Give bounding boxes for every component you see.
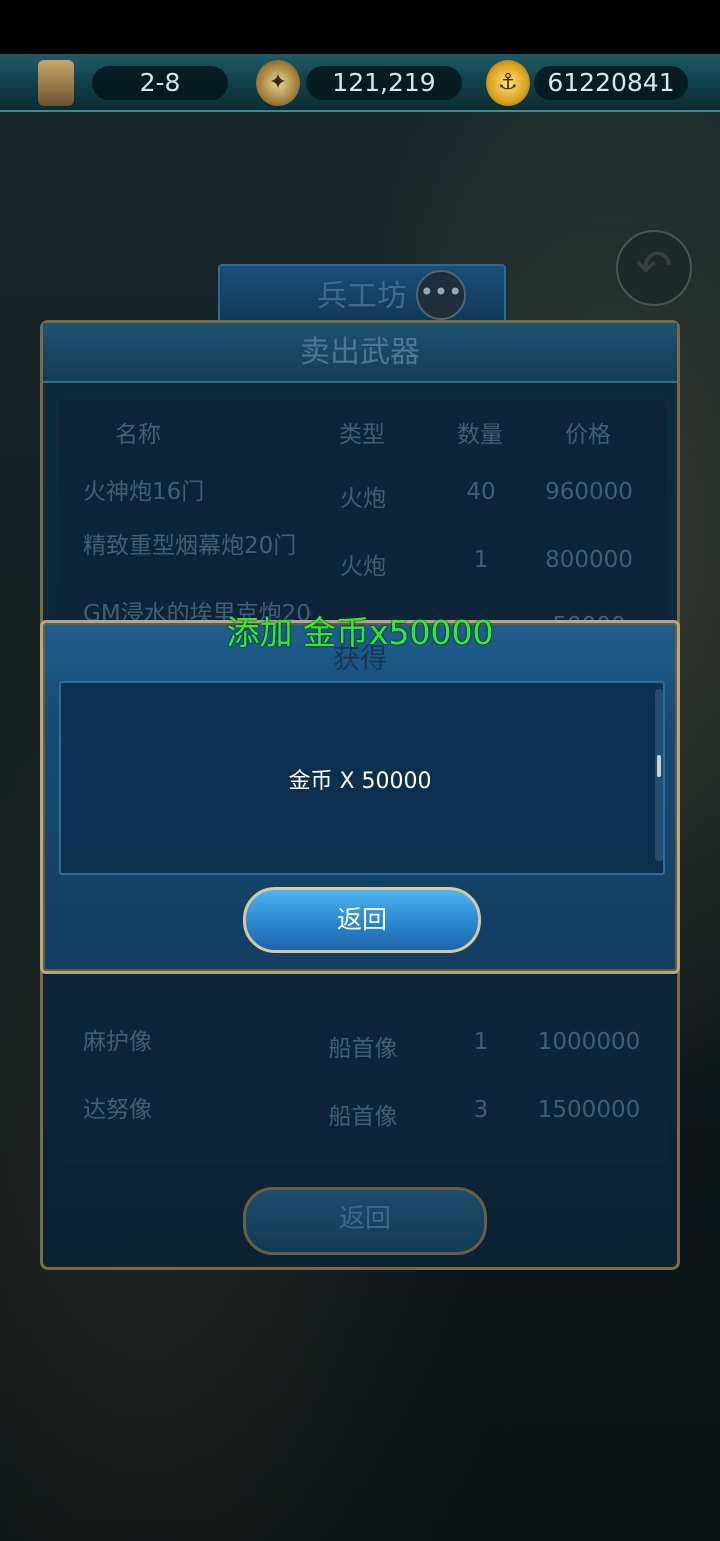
- gm-toast-message: 添加 金币x50000: [226, 613, 494, 652]
- column-name: 名称: [115, 422, 161, 448]
- hourglass-icon: [38, 60, 74, 106]
- gold-counter: 61220841: [534, 66, 688, 100]
- back-arrow-icon[interactable]: ↶: [616, 230, 692, 306]
- reward-item: 金币 X 50000: [288, 769, 432, 794]
- row-type: 船首像: [328, 1104, 398, 1130]
- row-name: 火神炮16门: [83, 479, 205, 505]
- chat-icon[interactable]: •••: [416, 270, 466, 320]
- row-type: 火炮: [340, 554, 386, 580]
- row-type: 火炮: [340, 486, 386, 512]
- row-quantity: 1: [473, 547, 489, 573]
- gold-coin-icon: ⚓: [486, 60, 530, 106]
- compass-icon: ✦: [256, 60, 300, 106]
- row-price: 1000000: [537, 1029, 641, 1055]
- row-name: 麻护像: [83, 1029, 152, 1055]
- row-price: 1500000: [537, 1097, 641, 1123]
- row-quantity: 40: [466, 479, 496, 505]
- row-price: 960000: [545, 479, 633, 505]
- row-quantity: 1: [473, 1029, 489, 1055]
- column-type: 类型: [339, 422, 385, 448]
- reward-dialog: 获得 金币 X 50000 返回: [40, 620, 680, 974]
- sell-panel-title: 卖出武器: [300, 335, 420, 370]
- row-type: 船首像: [328, 1036, 398, 1062]
- row-price: 800000: [545, 547, 633, 573]
- column-quantity: 数量: [457, 422, 503, 448]
- sell-back-button[interactable]: 返回: [243, 1187, 487, 1255]
- exploration-counter: 121,219: [306, 66, 462, 100]
- column-price: 价格: [565, 422, 611, 448]
- row-quantity: 3: [473, 1097, 489, 1123]
- resource-bar: 2-8 ✦ 121,219 ⚓ 61220841: [0, 54, 720, 112]
- status-bar: [0, 0, 720, 54]
- stage-counter: 2-8: [92, 66, 228, 100]
- row-name: 达努像: [83, 1097, 152, 1123]
- row-name: 精致重型烟幕炮20门: [83, 533, 297, 559]
- dialog-back-button[interactable]: 返回: [243, 887, 481, 953]
